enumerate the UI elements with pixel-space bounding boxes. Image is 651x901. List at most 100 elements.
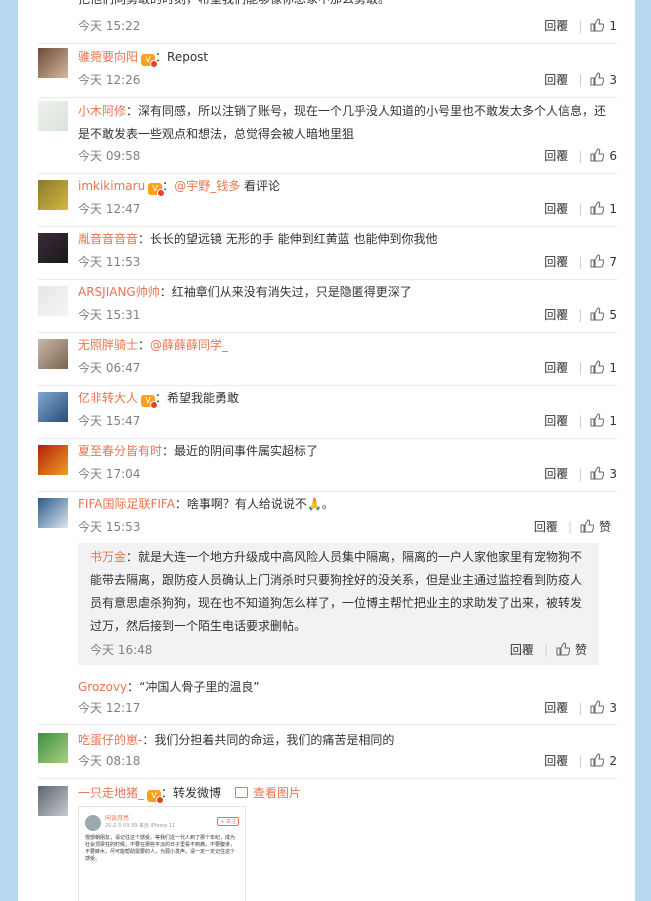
mention-link[interactable]: @宇野_钱多: [174, 179, 240, 193]
divider: [38, 97, 617, 98]
member-badge-icon: V: [147, 790, 165, 804]
sub-reply: 书万金：就是大连一个地方升级成中高风险人员集中隔离，隔离的一户人家他家里有宠物狗…: [78, 543, 599, 665]
username[interactable]: ARSJIANG帅帅: [78, 285, 160, 299]
like-count: 赞: [574, 643, 587, 657]
like-button[interactable]: 3: [590, 466, 617, 481]
reply-button[interactable]: 回覆: [510, 643, 534, 657]
comment-actions: 回覆 | 3: [544, 700, 617, 715]
like-count: 1: [609, 414, 617, 428]
comment-time: 今天 12:26: [78, 73, 141, 87]
comment-actions: 回覆 | 1: [544, 413, 617, 428]
comment-actions: 回覆 | 2: [544, 753, 617, 768]
like-button[interactable]: 1: [590, 18, 617, 33]
reply-button[interactable]: 回覆: [544, 149, 568, 163]
like-count: 1: [609, 361, 617, 375]
avatar[interactable]: [38, 445, 68, 475]
comment-actions: 回覆 | 3: [544, 72, 617, 87]
username[interactable]: 无照胖骑士: [78, 338, 138, 352]
reply-button[interactable]: 回覆: [544, 754, 568, 768]
comment-actions: 回覆 | 6: [544, 148, 617, 163]
repost-thumbnail[interactable]: 闲谈月亮 20-2-3 03:39 来自 iPhone 11 + 关注 憬部朝朋…: [78, 806, 246, 901]
comment-actions: 回覆 | 1: [544, 201, 617, 216]
comment-time: 今天 15:31: [78, 308, 141, 322]
like-button[interactable]: 1: [590, 360, 617, 375]
comment-actions: 回覆 | 赞: [533, 519, 611, 534]
avatar[interactable]: [38, 786, 68, 816]
like-count: 1: [609, 19, 617, 33]
comment-line: 吃蛋仔的崽-：我们分担着共同的命运，我们的痛苦是相同的: [78, 730, 607, 750]
comment-line: ARSJIANG帅帅：红袖章们从来没有消失过，只是隐匿得更深了: [78, 282, 607, 302]
username[interactable]: imkikimaru: [78, 179, 145, 193]
reply-button[interactable]: 回覆: [544, 467, 568, 481]
like-button[interactable]: 1: [590, 201, 617, 216]
reply-button[interactable]: 回覆: [544, 361, 568, 375]
username[interactable]: 亿非转大人: [78, 391, 138, 405]
member-badge-icon: V: [148, 183, 166, 197]
reply-button[interactable]: 回覆: [544, 202, 568, 216]
comment-line: Grozovy：“冲国人骨子里的温良”: [78, 677, 607, 697]
separator: ：: [127, 680, 140, 694]
divider: [38, 332, 617, 333]
like-button[interactable]: 1: [590, 413, 617, 428]
like-button[interactable]: 3: [590, 700, 617, 715]
comment-actions: 回覆 | 5: [544, 307, 617, 322]
separator: ：: [174, 497, 187, 511]
username[interactable]: 小木阿修: [78, 104, 126, 118]
reply-button[interactable]: 回覆: [544, 414, 568, 428]
username[interactable]: 书万金: [90, 550, 126, 564]
reply-button[interactable]: 回覆: [544, 19, 568, 33]
reply-button[interactable]: 回覆: [534, 520, 558, 534]
avatar[interactable]: [38, 733, 68, 763]
avatar[interactable]: [38, 101, 68, 131]
comment-text: “冲国人骨子里的温良”: [139, 680, 260, 694]
like-button[interactable]: 2: [590, 753, 617, 768]
reply-button[interactable]: 回覆: [544, 308, 568, 322]
comment-time: 今天 15:53: [78, 520, 141, 534]
username[interactable]: 夏至春分皆有时: [78, 444, 162, 458]
username[interactable]: 胤音音音音: [78, 232, 138, 246]
avatar[interactable]: [38, 48, 68, 78]
like-button[interactable]: 3: [590, 72, 617, 87]
comment-text-tail: 。: [321, 497, 334, 511]
view-image-link[interactable]: 查看图片: [235, 783, 301, 803]
like-button[interactable]: 7: [590, 254, 617, 269]
separator: ：: [142, 733, 155, 747]
comment-text: 转发微博: [173, 786, 222, 800]
divider: [38, 724, 617, 725]
comment-line: 骓菀要向阳 V ：Repost: [78, 47, 607, 68]
comment-text: 我们分担着共同的命运，我们的痛苦是相同的: [154, 733, 395, 747]
avatar[interactable]: [38, 286, 68, 316]
avatar[interactable]: [38, 339, 68, 369]
username[interactable]: FIFA国际足联FIFA: [78, 497, 175, 511]
comment-time: 今天 06:47: [78, 361, 141, 375]
reply-button[interactable]: 回覆: [544, 701, 568, 715]
repost-meta: 20-2-3 03:39 来自 iPhone 11: [105, 823, 176, 829]
reply-button[interactable]: 回覆: [544, 73, 568, 87]
avatar[interactable]: [38, 233, 68, 263]
thumbs-up-icon: [580, 519, 594, 533]
username[interactable]: Grozovy: [78, 680, 127, 694]
mention-link[interactable]: @薛薛薛同学_: [150, 338, 228, 352]
like-button[interactable]: 5: [590, 307, 617, 322]
avatar[interactable]: [38, 180, 68, 210]
comment-actions: 回覆 | 赞: [509, 642, 587, 657]
divider: [38, 226, 617, 227]
thumbs-up-icon: [590, 148, 605, 162]
like-count: 6: [609, 149, 617, 163]
like-button[interactable]: 6: [590, 148, 617, 163]
like-count: 7: [609, 255, 617, 269]
thumbs-up-icon: [590, 360, 605, 374]
reply-button[interactable]: 回覆: [544, 255, 568, 269]
avatar[interactable]: [38, 498, 68, 528]
username[interactable]: 骓菀要向阳: [78, 50, 138, 64]
comment-text: 啥事啊？有人给说说不: [186, 497, 307, 511]
like-button[interactable]: 赞: [556, 642, 587, 657]
username[interactable]: 吃蛋仔的崽-: [78, 733, 142, 747]
thumbs-up-icon: [590, 413, 605, 427]
like-count: 2: [609, 754, 617, 768]
comment-time: 今天 17:04: [78, 467, 141, 481]
repost-author: 闲谈月亮: [105, 815, 130, 822]
like-button[interactable]: 赞: [580, 519, 611, 534]
username[interactable]: 一只走地猪_: [78, 786, 144, 800]
avatar[interactable]: [38, 392, 68, 422]
